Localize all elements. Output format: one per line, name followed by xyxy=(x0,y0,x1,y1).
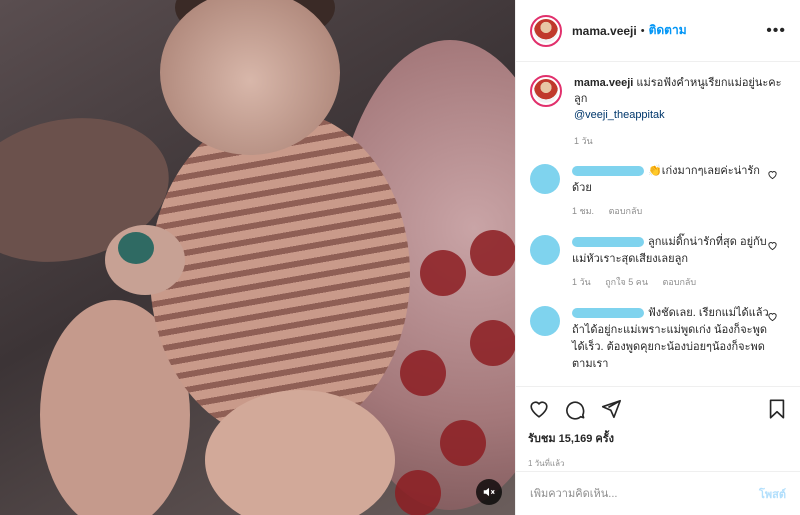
caption-avatar[interactable] xyxy=(530,75,562,107)
post-username[interactable]: mama.veeji xyxy=(572,24,637,38)
comment-time: 1 วัน xyxy=(572,277,591,287)
speaker-muted-icon xyxy=(483,487,495,497)
share-button[interactable] xyxy=(600,398,622,420)
like-button[interactable] xyxy=(528,398,550,420)
comment-item: ฟังชัดเลย. เรียกแม่ได้แล้ว ถ้าได้อยู่กะแ… xyxy=(530,305,786,373)
post-actions: รับชม 15,169 ครั้ง 1 วันที่แล้ว xyxy=(516,386,800,470)
comment-thread[interactable]: mama.veeji แม่รอฟังคำหนูเรียกแม่อยู่นะคะ… xyxy=(516,63,800,386)
heart-icon xyxy=(530,401,548,418)
separator-dot: • xyxy=(640,24,645,37)
reply-button[interactable]: ตอบกลับ xyxy=(609,206,643,216)
avatar[interactable] xyxy=(530,14,562,47)
comment-likes[interactable]: ถูกใจ 5 คน xyxy=(605,277,648,287)
comment-item: ลูกแม่ดิ๊กน่ารักที่สุด อยู่กับแม่หัวเราะ… xyxy=(530,234,786,291)
post-header: mama.veeji • ติดตาม ••• xyxy=(516,0,800,62)
more-horizontal-icon[interactable]: ••• xyxy=(766,22,786,40)
bookmark-icon xyxy=(769,399,785,419)
caption-username[interactable]: mama.veeji xyxy=(574,77,633,89)
comment-username-redacted[interactable] xyxy=(572,308,644,319)
caption-mention[interactable]: @veeji_theappitak xyxy=(574,107,784,123)
like-comment-icon[interactable] xyxy=(767,169,778,180)
comment-avatar-redacted[interactable] xyxy=(530,164,560,194)
paper-plane-icon xyxy=(601,399,621,419)
comment-time: 1 ชม. xyxy=(572,206,595,216)
like-comment-icon[interactable] xyxy=(767,240,778,251)
comment-bubble-icon xyxy=(566,401,585,420)
view-count[interactable]: รับชม 15,169 ครั้ง xyxy=(528,429,788,447)
comment-avatar-redacted[interactable] xyxy=(530,306,560,336)
comment-button[interactable] xyxy=(564,398,586,420)
post-side-panel: mama.veeji • ติดตาม ••• mama.veeji แม่รอ… xyxy=(515,0,800,515)
comment-composer: โพสต์ xyxy=(516,471,800,515)
instagram-post-view: mama.veeji • ติดตาม ••• mama.veeji แม่รอ… xyxy=(0,0,800,515)
mute-button[interactable] xyxy=(476,479,502,505)
comment-avatar-redacted[interactable] xyxy=(530,235,560,265)
save-button[interactable] xyxy=(766,398,788,420)
like-comment-icon[interactable] xyxy=(767,311,778,322)
comment-item: 👏เก่งมากๆเลยค่ะน่ารักด้วย 1 ชม. ตอบกลับ xyxy=(530,163,786,220)
post-timestamp[interactable]: 1 วันที่แล้ว xyxy=(528,457,788,470)
post-video[interactable] xyxy=(0,0,515,515)
caption: mama.veeji แม่รอฟังคำหนูเรียกแม่อยู่นะคะ… xyxy=(530,75,786,149)
follow-button[interactable]: ติดตาม xyxy=(649,21,687,40)
add-comment-input[interactable] xyxy=(530,487,730,500)
reply-button[interactable]: ตอบกลับ xyxy=(663,277,697,287)
comment-username-redacted[interactable] xyxy=(572,166,644,177)
caption-time: 1 วัน xyxy=(574,136,593,146)
comment-username-redacted[interactable] xyxy=(572,237,644,248)
post-comment-button[interactable]: โพสต์ xyxy=(759,485,786,503)
